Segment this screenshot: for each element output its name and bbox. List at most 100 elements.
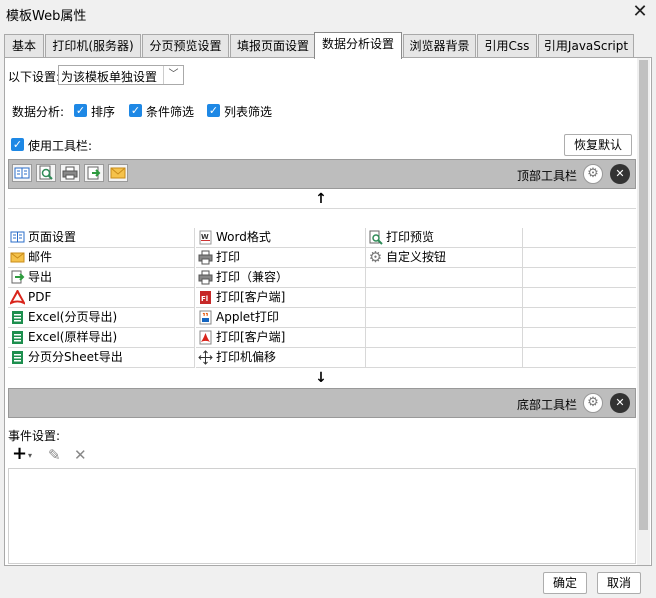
tab-browser-background[interactable]: 浏览器背景 [403,34,476,58]
list-item[interactable]: ⚙ 自定义按钮 [366,248,523,268]
pdf-icon [10,290,25,305]
cancel-button[interactable]: 取消 [597,572,641,594]
applet-print-icon [199,310,212,325]
print-icon[interactable] [60,164,80,182]
tab-basic[interactable]: 基本 [4,34,44,58]
list-item[interactable]: W Word格式 [196,228,366,248]
tab-printer-server[interactable]: 打印机(服务器) [45,34,141,58]
edit-icon[interactable]: ✎ [48,446,61,464]
item-label: PDF [28,290,52,304]
empty-cell [523,288,636,308]
empty-cell [366,328,523,348]
gear-icon[interactable]: ⚙ [583,393,603,413]
tab-page-preview[interactable]: 分页预览设置 [142,34,229,58]
tab-css[interactable]: 引用Css [477,34,537,58]
list-item[interactable]: Fl 打印[客户端] [196,288,366,308]
events-list[interactable] [8,468,636,564]
use-toolbar-label: 使用工具栏: [28,139,93,153]
svg-text:Fl: Fl [201,295,208,303]
sort-label: 排序 [91,105,116,119]
chevron-down-icon[interactable]: ▾ [28,451,32,460]
remove-toolbar-icon[interactable]: ✕ [610,164,630,184]
list-item[interactable]: 打印[客户端] [196,328,366,348]
list-item[interactable]: 打印机偏移 [196,348,366,368]
settings-select[interactable]: 为该模板单独设置 ﹀ [58,65,184,85]
list-item[interactable]: 打印预览 [366,228,523,248]
bottom-toolbar: 底部工具栏 ⚙ ✕ [8,388,636,418]
list-item[interactable]: 邮件 [8,248,195,268]
flash-print-icon: Fl [200,291,211,304]
toolbar-items-grid: 页面设置 邮件 导出 PDF Excel(分页导出) Excel(原样导出) 分… [8,228,636,368]
excel-icon [12,311,23,324]
list-filter-checkbox[interactable]: ✓ [207,104,220,117]
empty-cell [523,328,636,348]
remove-toolbar-icon[interactable]: ✕ [610,393,630,413]
window-title: 模板Web属性 [6,9,87,24]
list-item[interactable]: Excel(分页导出) [8,308,195,328]
empty-cell [523,308,636,328]
condition-filter-checkbox[interactable]: ✓ [129,104,142,117]
item-label: 导出 [28,270,53,284]
empty-cell [523,228,636,248]
svg-text:W: W [201,233,209,241]
item-label: 打印 [216,250,241,264]
empty-cell [366,288,523,308]
item-label: 分页分Sheet导出 [28,350,123,364]
move-down-arrow[interactable]: ↓ [313,370,329,386]
title-bar: 模板Web属性 ✕ [0,0,656,26]
list-item[interactable]: Excel(原样导出) [8,328,195,348]
item-label: 页面设置 [28,230,77,244]
add-icon[interactable]: + [12,444,27,464]
scrollbar-thumb[interactable] [639,60,648,530]
use-toolbar-checkbox[interactable]: ✓ [11,138,24,151]
print-preview-icon[interactable] [36,164,56,182]
list-item[interactable]: 导出 [8,268,195,288]
tab-bar: 基本 打印机(服务器) 分页预览设置 填报页面设置 数据分析设置 浏览器背景 引… [4,32,652,59]
list-item[interactable]: 分页分Sheet导出 [8,348,195,368]
ok-button[interactable]: 确定 [543,572,587,594]
list-item[interactable]: 打印 [196,248,366,268]
empty-cell [366,348,523,368]
item-label: Excel(原样导出) [28,330,118,344]
scrollbar[interactable] [637,58,650,565]
condition-filter-label: 条件筛选 [146,105,195,119]
empty-cell [523,248,636,268]
empty-cell [366,308,523,328]
item-label: 打印机偏移 [216,350,277,364]
restore-default-button[interactable]: 恢复默认 [564,134,632,156]
item-label: Applet打印 [216,310,279,324]
item-label: Excel(分页导出) [28,310,118,324]
print-icon [198,270,213,285]
close-icon[interactable]: ✕ [630,2,650,22]
tab-javascript[interactable]: 引用JavaScript [538,34,634,58]
word-icon: W [199,230,212,245]
list-item[interactable]: PDF [8,288,195,308]
page-setup-icon [10,231,25,243]
print-preview-icon [369,230,383,245]
delete-icon[interactable]: ✕ [74,446,87,464]
item-label: 打印[客户端] [216,330,286,344]
item-label: 打印（兼容） [216,270,289,284]
sort-checkbox[interactable]: ✓ [74,104,87,117]
tab-data-analysis[interactable]: 数据分析设置 [314,32,402,59]
chevron-down-icon: ﹀ [163,66,183,84]
gear-icon[interactable]: ⚙ [583,164,603,184]
divider [8,208,636,209]
excel-icon [12,351,23,364]
data-analysis-label: 数据分析: [12,105,65,119]
export-icon [11,270,25,284]
email-icon[interactable] [108,164,128,182]
list-item[interactable]: 打印（兼容） [196,268,366,288]
item-label: 打印预览 [386,230,435,244]
move-up-arrow[interactable]: ↑ [313,191,329,207]
page-setup-icon[interactable] [12,164,32,182]
tab-fill-page[interactable]: 填报页面设置 [230,34,316,58]
empty-cell [523,348,636,368]
export-icon[interactable] [84,164,104,182]
list-item[interactable]: 页面设置 [8,228,195,248]
gear-icon: ⚙ [368,248,383,266]
item-label: 打印[客户端] [216,290,286,304]
settings-select-value: 为该模板单独设置 [61,70,158,84]
events-label: 事件设置: [8,429,61,443]
list-item[interactable]: Applet打印 [196,308,366,328]
